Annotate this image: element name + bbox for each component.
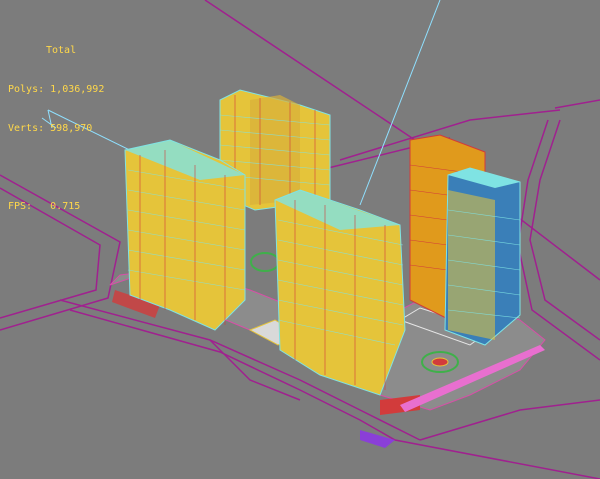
fps-label: FPS: [8, 201, 33, 212]
stats-fps: FPS: 0.715 [8, 200, 104, 213]
tower-right-blue [444, 167, 521, 346]
stats-verts: Verts: 598,970 [8, 122, 104, 135]
verts-value: 598,970 [50, 123, 93, 134]
viewport-statistics: Total Polys: 1,036,992 Verts: 598,970 FP… [8, 18, 104, 239]
polys-value: 1,036,992 [50, 84, 105, 95]
fps-value: 0.715 [50, 201, 81, 212]
stats-header: Total [46, 45, 77, 56]
stats-spacer [8, 161, 104, 174]
verts-label: Verts: [8, 123, 45, 134]
stats-polys: Polys: 1,036,992 [8, 83, 104, 96]
polys-label: Polys: [8, 84, 45, 95]
tower-front-center [274, 189, 406, 396]
3d-wireframe-viewport[interactable]: Total Polys: 1,036,992 Verts: 598,970 FP… [0, 0, 600, 479]
